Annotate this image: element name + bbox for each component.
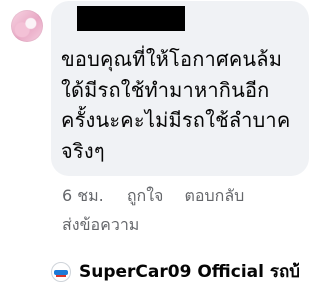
reply-button[interactable]: ตอบกลับ <box>185 186 245 205</box>
send-message-link[interactable]: ส่งข้อความ <box>62 213 139 238</box>
comment-text: ขอบคุณที่ให้โอกาศคนล้ม ใด้มีรถใช้ทำมาหาก… <box>61 44 305 166</box>
comment-line: ขอบคุณที่ให้โอกาศคนล้ม <box>61 47 283 71</box>
like-button[interactable]: ถูกใจ <box>127 186 164 205</box>
comment-timestamp[interactable]: 6 ชม. <box>62 186 104 205</box>
comment-line: จริงๆ <box>61 138 105 163</box>
comment-line: ใด้มีรถใช้ทำมาหากินอีก <box>61 77 270 102</box>
comment-actions: 6 ชม. ถูกใจ ตอบกลับ <box>62 184 260 209</box>
comment-line: ครั้งนะคะไม่มีรถใช้ลำบาค <box>61 108 291 132</box>
page-logo-icon[interactable] <box>51 261 71 282</box>
redacted-author-name[interactable] <box>77 6 185 31</box>
page-reply-preview[interactable]: SuperCar09 Official รถบ้… <box>51 258 299 285</box>
commenter-avatar[interactable] <box>11 10 43 42</box>
page-name[interactable]: SuperCar09 Official รถบ้… <box>79 258 299 285</box>
comment-bubble: ขอบคุณที่ให้โอกาศคนล้ม ใด้มีรถใช้ทำมาหาก… <box>51 1 309 176</box>
